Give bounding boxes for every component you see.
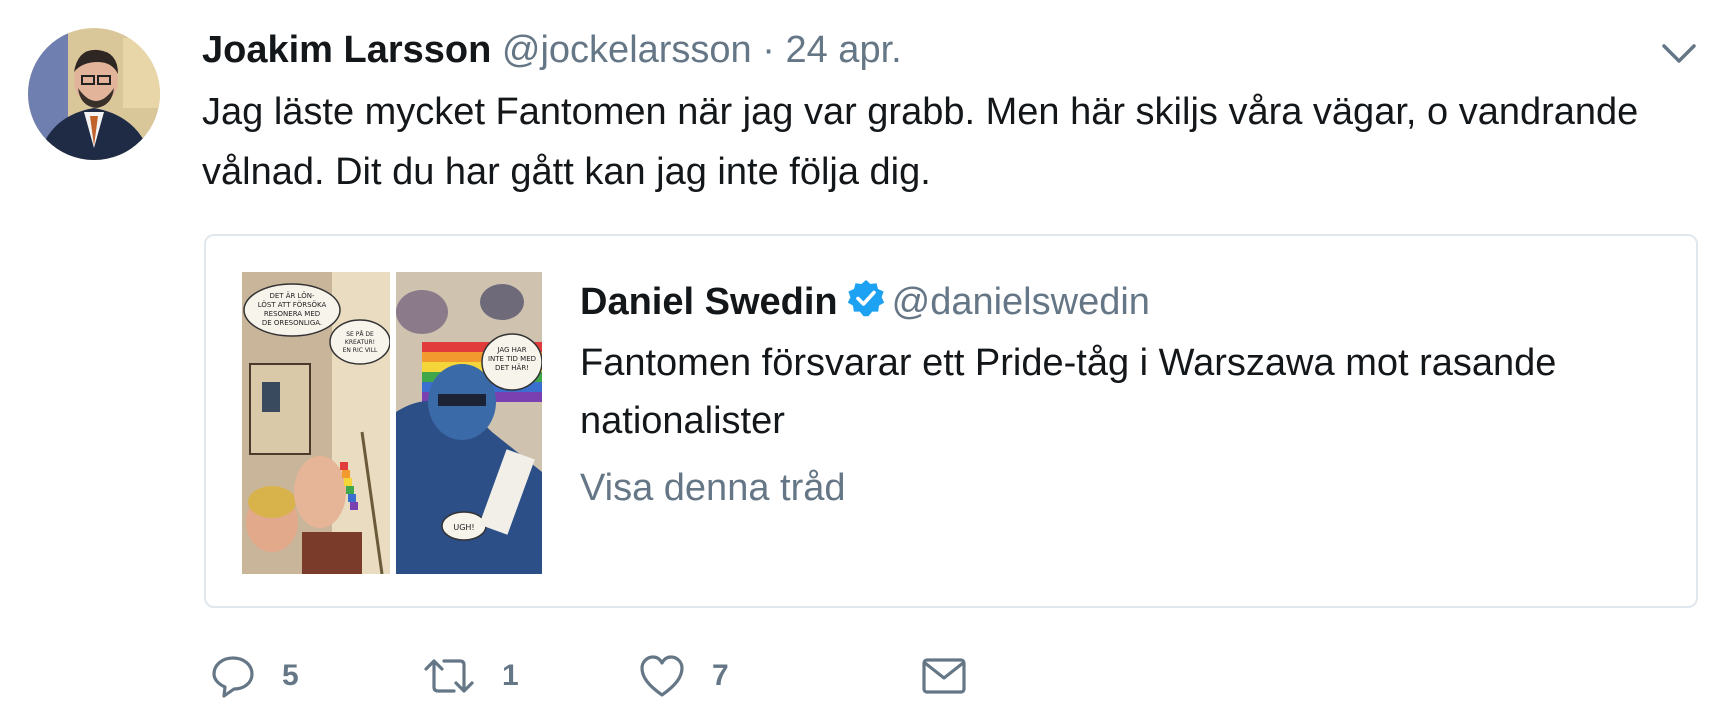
tweet-header: Joakim Larsson @jockelarsson · 24 apr. [202, 26, 902, 74]
author-name[interactable]: Joakim Larsson [202, 29, 491, 71]
show-thread-link[interactable]: Visa denna tråd [580, 462, 846, 514]
svg-text:EN RIC VILL: EN RIC VILL [343, 347, 378, 354]
retweet-button[interactable]: 1 [422, 648, 519, 704]
svg-text:UGH!: UGH! [453, 523, 474, 532]
retweet-count: 1 [502, 659, 519, 692]
svg-text:LÖST ATT FÖRSÖKA: LÖST ATT FÖRSÖKA [258, 300, 327, 309]
quoted-author-name[interactable]: Daniel Swedin [580, 281, 838, 323]
heart-icon [638, 653, 686, 699]
svg-text:SE PÅ DE: SE PÅ DE [346, 331, 374, 338]
quoted-tweet-image[interactable]: DET ÄR LÖN- LÖST ATT FÖRSÖKA RESONERA ME… [242, 272, 542, 574]
svg-text:KREATUR!: KREATUR! [345, 339, 375, 346]
svg-text:DET HÄR!: DET HÄR! [495, 363, 529, 372]
quoted-tweet-card[interactable]: DET ÄR LÖN- LÖST ATT FÖRSÖKA RESONERA ME… [204, 234, 1698, 608]
author-handle[interactable]: @jockelarsson [502, 29, 752, 71]
verified-badge-icon [846, 278, 886, 318]
quoted-author-handle[interactable]: @danielswedin [892, 281, 1150, 323]
tweet-text: Jag läste mycket Fantomen när jag var gr… [202, 91, 1639, 193]
quoted-tweet-text: Fantomen försvarar ett Pride-tåg i Warsz… [580, 342, 1557, 442]
svg-text:DET ÄR LÖN-: DET ÄR LÖN- [269, 291, 315, 300]
tweet-actions: 5 1 7 [210, 648, 1110, 704]
svg-text:JAG HAR: JAG HAR [496, 346, 526, 354]
like-button[interactable]: 7 [638, 648, 729, 704]
direct-message-button[interactable] [920, 648, 968, 704]
chevron-down-icon[interactable] [1660, 38, 1698, 68]
reply-button[interactable]: 5 [210, 648, 299, 704]
retweet-icon [422, 653, 476, 699]
svg-text:RESONERA MED: RESONERA MED [264, 310, 320, 318]
envelope-icon [920, 653, 968, 699]
svg-text:DE ORESONLIGA.: DE ORESONLIGA. [262, 319, 322, 327]
quoted-tweet-header: Daniel Swedin @danielswedin [580, 278, 1150, 326]
tweet-timestamp[interactable]: 24 apr. [785, 29, 901, 71]
header-separator: · [762, 29, 775, 71]
tweet[interactable]: Joakim Larsson @jockelarsson · 24 apr. J… [0, 0, 1720, 724]
reply-count: 5 [282, 659, 299, 692]
svg-text:INTE TID MED: INTE TID MED [488, 355, 536, 363]
like-count: 7 [712, 659, 729, 692]
reply-icon [210, 653, 256, 699]
author-avatar[interactable] [28, 28, 160, 160]
